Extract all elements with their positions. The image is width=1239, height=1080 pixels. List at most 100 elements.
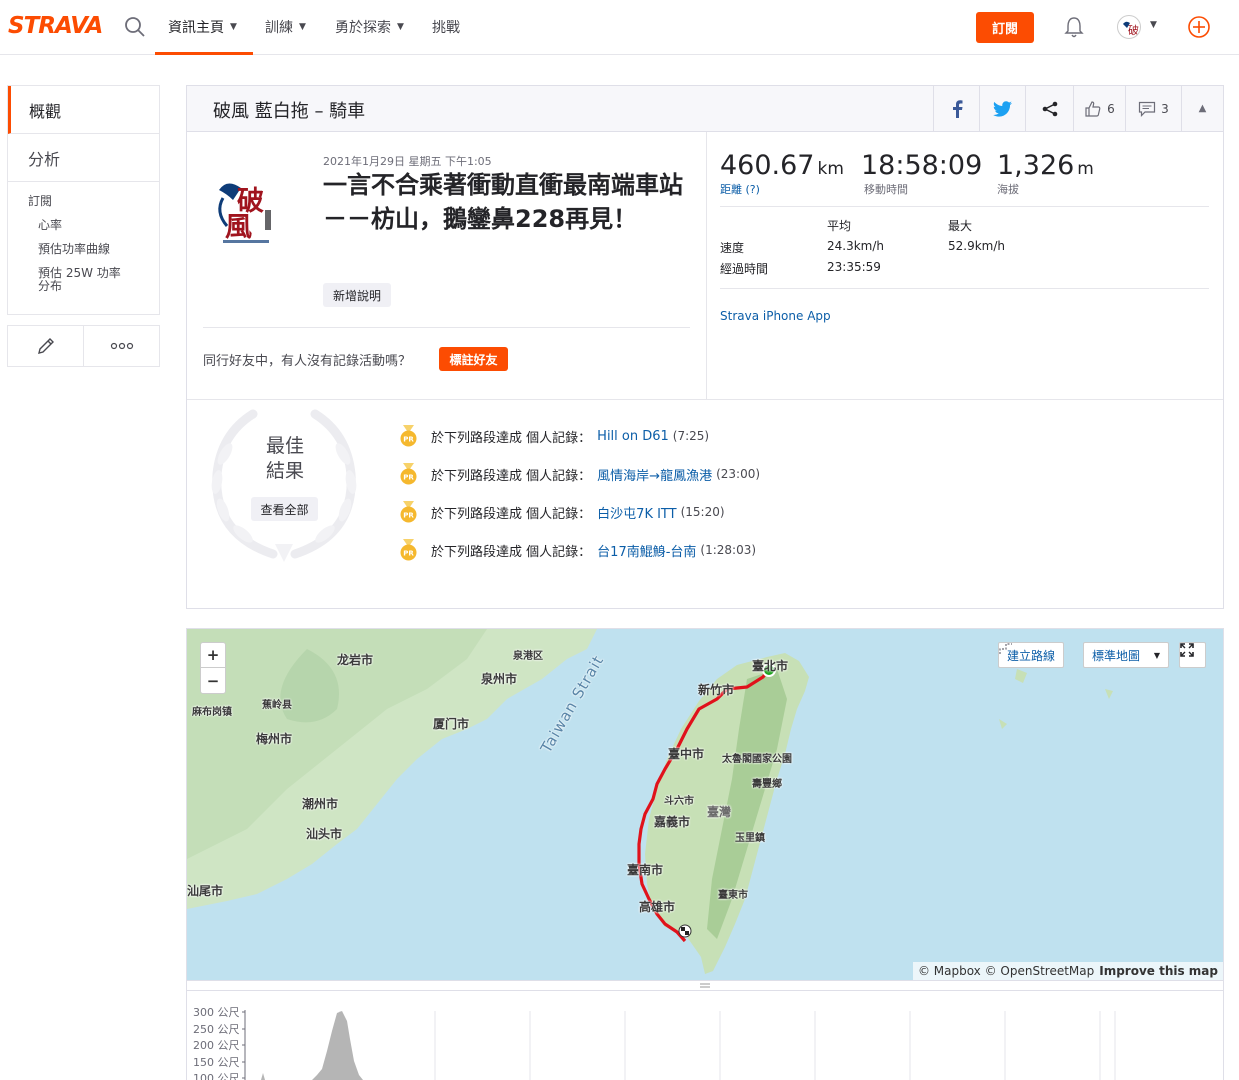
view-all-best-efforts-button[interactable]: 查看全部 <box>251 497 318 521</box>
share-twitter-button[interactable] <box>979 86 1025 131</box>
device-link[interactable]: Strava iPhone App <box>720 309 831 323</box>
elevation-chart[interactable]: 300 公尺 250 公尺 200 公尺 150 公尺 100 公尺 <box>186 991 1224 1080</box>
best-efforts-title-line1: 最佳 <box>265 435 304 457</box>
chevron-down-icon[interactable]: ▼ <box>1150 20 1157 30</box>
nav-training[interactable]: 訓練 ▼ <box>265 17 306 37</box>
distance-unit: km <box>817 159 844 179</box>
pr-kind: 個人記錄： <box>526 468 592 484</box>
collapse-button[interactable]: ▲ <box>1181 86 1223 131</box>
kudos-button[interactable]: 6 <box>1073 86 1125 131</box>
table-row-label-speed: 速度 <box>720 241 745 255</box>
pr-medal-text: PR <box>403 550 414 558</box>
pr-item: PR 於下列路段達成 個人記錄： 台17南鯤鯓-台南 (1:28:03) <box>400 539 756 561</box>
pr-kind: 個人記錄： <box>526 430 592 446</box>
strava-logo[interactable]: STRAVA <box>8 13 103 39</box>
distance-label[interactable]: 距離 (?) <box>720 181 844 197</box>
sidebar-item-label: 概觀 <box>29 101 62 121</box>
create-route-button[interactable]: 建立路線 <box>998 642 1065 668</box>
map-attribution: © Mapbox © OpenStreetMap Improve this ma… <box>912 962 1223 980</box>
map-label: 泉州市 <box>481 672 518 686</box>
search-icon[interactable] <box>124 16 146 38</box>
pr-item: PR 於下列路段達成 個人記錄： Hill on D61 (7:25) <box>400 425 709 447</box>
map-label: 嘉義市 <box>654 815 691 829</box>
nav-challenges[interactable]: 挑戰 <box>432 17 460 37</box>
nav-dashboard[interactable]: 資訊主頁 ▼ <box>168 17 237 37</box>
elevation-unit: m <box>1077 159 1094 179</box>
share-facebook-button[interactable] <box>933 86 979 131</box>
sidebar-item-overview[interactable]: 概觀 <box>8 86 159 134</box>
bell-icon[interactable] <box>1063 15 1085 39</box>
svg-text:破: 破 <box>1128 23 1139 37</box>
add-description-button[interactable]: 新增說明 <box>323 283 392 307</box>
map-label: 臺北市 <box>752 659 789 673</box>
pr-medal-icon: PR <box>400 425 417 447</box>
share-button[interactable] <box>1025 86 1073 131</box>
table-row-label-elapsed: 經過時間 <box>720 262 769 276</box>
caret-up-icon: ▲ <box>1198 103 1207 114</box>
moving-time-label: 移動時間 <box>864 183 908 196</box>
distance-value: 460.67 <box>720 150 815 181</box>
divider <box>720 288 1209 289</box>
svg-text:風: 風 <box>225 212 252 243</box>
pr-medal-icon: PR <box>400 501 417 523</box>
user-avatar[interactable]: 破 <box>1117 15 1141 39</box>
route-map[interactable]: 龙岩市 泉港区 泉州市 麻布岗镇 蕉岭县 梅州市 厦门市 潮州市 汕头市 汕尾市… <box>186 628 1224 981</box>
pencil-icon <box>37 338 54 354</box>
table-header-avg: 平均 <box>827 219 852 233</box>
add-plus-icon[interactable] <box>1187 15 1211 39</box>
elevation-plot <box>242 1010 1116 1080</box>
subscribe-button[interactable]: 訂閱 <box>976 12 1034 43</box>
create-route-label: 建立路線 <box>1007 648 1056 663</box>
pr-medal-text: PR <box>403 474 414 482</box>
pr-segment-link[interactable]: 台17南鯤鯓-台南 <box>597 541 696 560</box>
map-label: 梅州市 <box>256 732 293 746</box>
nav-explore-label: 勇於探索 <box>335 20 391 36</box>
max-speed: 52.9km/h <box>948 239 1006 253</box>
zoom-in-button[interactable]: + <box>201 643 225 668</box>
edit-button[interactable] <box>8 326 84 366</box>
sidebar-item-heart-rate[interactable]: 心率 <box>28 219 159 232</box>
facebook-icon <box>952 99 962 118</box>
map-label: 臺南市 <box>627 863 664 877</box>
pr-prefix: 於下列路段達成 <box>431 544 523 560</box>
thumbs-up-icon <box>1085 100 1101 117</box>
stat-elevation: 1,326 m 海拔 <box>997 150 1094 197</box>
map-label: 壽豐鄉 <box>752 779 782 790</box>
twitter-icon <box>993 100 1012 117</box>
nav-explore[interactable]: 勇於探索 ▼ <box>335 17 404 37</box>
tag-friends-button[interactable]: 標註好友 <box>439 347 508 371</box>
tag-friends-prompt: 同行好友中，有人沒有記錄活動嗎？ <box>203 354 412 369</box>
more-options-button[interactable] <box>84 326 159 366</box>
map-label: 臺灣 <box>707 805 732 819</box>
improve-map-link[interactable]: Improve this map <box>1099 964 1218 978</box>
sidebar-item-power-distribution[interactable]: 預估 25W 功率分布 <box>28 267 128 293</box>
map-style-label: 標準地圖 <box>1092 648 1141 663</box>
map-label: 蕉岭县 <box>262 700 292 711</box>
map-label: 汕尾市 <box>187 884 224 898</box>
pr-segment-link[interactable]: 白沙屯7K ITT <box>597 503 676 522</box>
more-dots-icon <box>110 342 133 350</box>
activity-sidebar: 概觀 分析 訂閱 心率 預估功率曲線 預估 25W 功率分布 <box>7 85 160 367</box>
activity-header: 破風 藍白拖 – 騎車 6 3 ▲ <box>187 86 1223 132</box>
fullscreen-button[interactable] <box>1179 642 1206 668</box>
map-resize-handle[interactable] <box>186 981 1224 991</box>
sidebar-subscription-section: 訂閱 心率 預估功率曲線 預估 25W 功率分布 <box>8 182 159 314</box>
avg-speed: 24.3km/h <box>827 239 885 253</box>
active-tab-indicator <box>155 52 253 55</box>
pr-segment-link[interactable]: 風情海岸→龍鳳漁港 <box>597 465 712 484</box>
nav-dashboard-label: 資訊主頁 <box>168 20 224 36</box>
zoom-out-button[interactable]: − <box>201 668 225 693</box>
sidebar-item-label: 分析 <box>28 149 61 169</box>
expand-icon <box>1180 643 1194 657</box>
attribution-text[interactable]: © Mapbox © OpenStreetMap <box>918 964 1094 978</box>
route-icon <box>999 643 1012 654</box>
map-label: 斗六市 <box>664 796 694 807</box>
pr-time: (23:00) <box>716 467 761 481</box>
map-style-select[interactable]: 標準地圖 ▼ <box>1083 642 1169 668</box>
pr-segment-link[interactable]: Hill on D61 <box>597 429 669 444</box>
pr-kind: 個人記錄： <box>526 506 592 522</box>
sidebar-item-analysis[interactable]: 分析 <box>8 134 159 182</box>
comment-button[interactable]: 3 <box>1125 86 1181 131</box>
sidebar-item-power-curve[interactable]: 預估功率曲線 <box>28 243 159 256</box>
divider <box>706 132 707 399</box>
